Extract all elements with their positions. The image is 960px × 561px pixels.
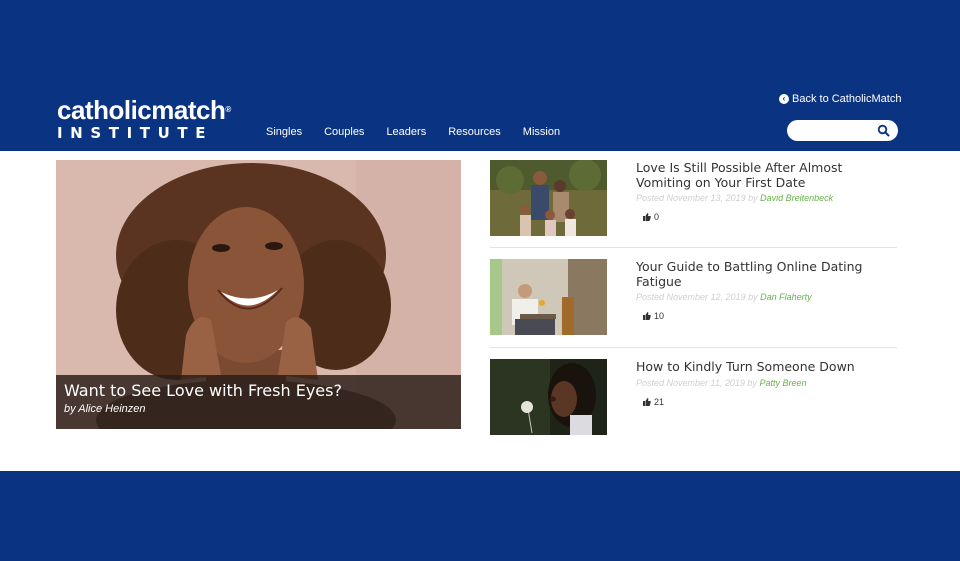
back-to-catholicmatch-link[interactable]: ‹ Back to CatholicMatch [779,93,901,105]
back-link-label: Back to CatholicMatch [792,93,902,105]
search-input[interactable] [795,120,880,141]
nav-mission[interactable]: Mission [523,126,560,138]
nav-leaders[interactable]: Leaders [386,126,426,138]
like-button[interactable]: 21 [643,397,664,407]
like-count: 21 [654,397,665,407]
posted-date: Posted November 12, 2019 by [636,292,758,302]
catholicmatch-institute-logo[interactable]: catholicmatch® INSTITUTE [57,95,231,142]
hero-feature[interactable]: Want to See Love with Fresh Eyes? by Ali… [56,160,461,429]
main-content: Want to See Love with Fresh Eyes? by Ali… [0,151,960,471]
article-divider [490,247,897,248]
main-nav: Singles Couples Leaders Resources Missio… [266,126,582,138]
woman-dandelion-photo [490,359,607,435]
article-author-link[interactable]: David Breitenbeck [760,193,833,203]
hero-title[interactable]: Want to See Love with Fresh Eyes? [64,381,453,401]
like-button[interactable]: 0 [643,212,659,222]
like-count: 0 [654,212,660,222]
nav-resources[interactable]: Resources [448,126,501,138]
article-item: How to Kindly Turn Someone Down Posted N… [490,359,897,435]
thumbs-up-icon [643,312,651,320]
hero-author: by Alice Heinzen [64,403,146,415]
posted-date: Posted November 13, 2019 by [636,193,758,203]
article-meta: Posted November 13, 2019 by David Breite… [636,193,833,203]
footer-band [0,471,960,561]
posted-date: Posted November 11, 2019 by [636,378,757,388]
article-author-link[interactable]: Dan Flaherty [760,292,812,302]
article-thumbnail[interactable] [490,160,607,236]
article-thumbnail[interactable] [490,259,607,335]
like-count: 10 [654,311,665,321]
article-title[interactable]: Love Is Still Possible After Almost Vomi… [636,160,896,190]
arrow-left-circle-icon: ‹ [779,94,789,104]
article-author-link[interactable]: Patty Breen [759,378,806,388]
registered-mark: ® [225,105,231,114]
article-thumbnail[interactable] [490,359,607,435]
thumbs-up-icon [643,398,651,406]
site-header: catholicmatch® INSTITUTE Singles Couples… [0,0,960,151]
man-at-laptop-photo [490,259,607,335]
search-icon[interactable] [877,124,890,137]
like-button[interactable]: 10 [643,311,664,321]
article-title[interactable]: Your Guide to Battling Online Dating Fat… [636,259,896,289]
article-item: Love Is Still Possible After Almost Vomi… [490,160,897,236]
article-divider [490,347,897,348]
article-meta: Posted November 11, 2019 by Patty Breen [636,378,806,388]
thumbs-up-icon [643,213,651,221]
logo-wordmark: catholicmatch [57,95,226,125]
logo-subtitle: INSTITUTE [57,124,214,142]
nav-singles[interactable]: Singles [266,126,302,138]
article-title[interactable]: How to Kindly Turn Someone Down [636,359,896,374]
family-photo [490,160,607,236]
search-box [787,120,898,141]
hero-caption: Want to See Love with Fresh Eyes? by Ali… [56,375,461,429]
article-item: Your Guide to Battling Online Dating Fat… [490,259,897,335]
article-meta: Posted November 12, 2019 by Dan Flaherty [636,292,812,302]
nav-couples[interactable]: Couples [324,126,364,138]
